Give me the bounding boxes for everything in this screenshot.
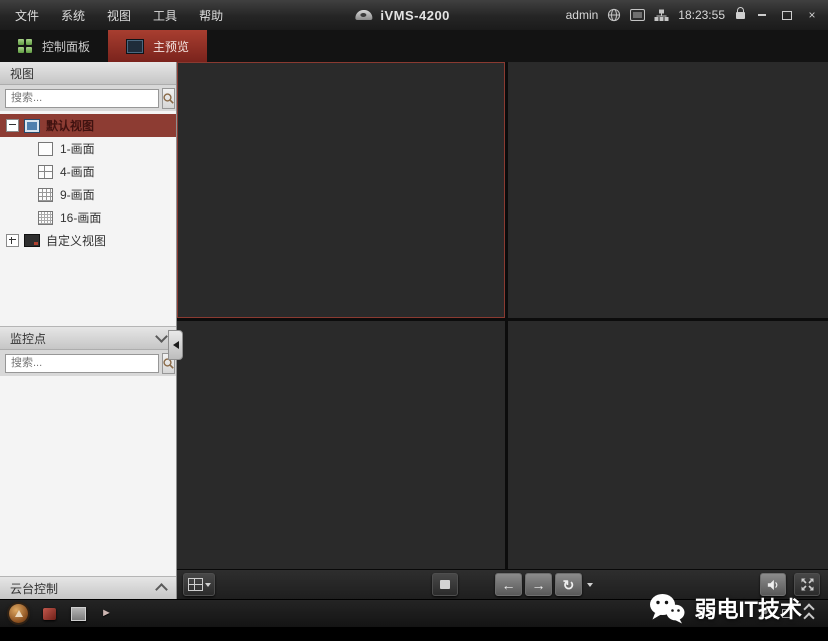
previous-page-button[interactable]: ←	[495, 573, 522, 596]
tree-item-label: 自定义视图	[46, 234, 107, 248]
maximize-button[interactable]	[779, 8, 795, 22]
video-pane-2[interactable]	[508, 62, 828, 318]
next-page-button[interactable]: →	[525, 573, 552, 596]
alarm-event-icon[interactable]	[9, 604, 28, 623]
view-panel-title: 视图	[10, 66, 35, 81]
tree-item-default-view[interactable]: 默认视图	[0, 114, 176, 137]
collapse-expander-icon[interactable]	[6, 119, 19, 132]
chevron-down-icon	[587, 582, 593, 587]
logged-in-user: admin	[565, 8, 599, 22]
picture-icon[interactable]	[71, 606, 86, 621]
sidebar-collapse-handle[interactable]	[168, 330, 183, 360]
search-icon	[163, 92, 174, 104]
menu-help[interactable]: 帮助	[188, 7, 234, 24]
tree-item-layout-4[interactable]: 4-画面	[0, 160, 176, 183]
camera-search-row	[0, 350, 176, 376]
app-title: iVMS-4200	[380, 7, 450, 23]
watermark: 弱电IT技术	[649, 592, 802, 624]
ptz-panel-title: 云台控制	[10, 581, 59, 596]
lock-icon[interactable]	[736, 6, 745, 19]
default-view-icon	[24, 118, 40, 133]
live-view-area: ← → ↻	[177, 62, 828, 600]
sidebar: 视图 默认视图 1-画面 4-画面 9-画面	[0, 62, 177, 600]
tree-item-layout-16[interactable]: 16-画面	[0, 206, 176, 229]
arrow-status-icon[interactable]: ►	[101, 608, 112, 619]
main-preview-icon	[126, 38, 145, 54]
tab-main-preview[interactable]: 主预览	[108, 30, 208, 62]
tree-item-layout-9[interactable]: 9-画面	[0, 183, 176, 206]
layout-1-icon	[38, 141, 53, 156]
refresh-icon: ↻	[562, 576, 575, 593]
menubar: 文件 系统 视图 工具 帮助	[0, 7, 234, 24]
arrow-left-icon: ←	[501, 576, 516, 593]
tab-control-panel-label: 控制面板	[42, 39, 91, 54]
view-search-button[interactable]	[162, 87, 175, 109]
ivms-4200-window: 文件 系统 视图 工具 帮助 iVMS-4200 admin 18:23:55	[0, 0, 828, 641]
globe-icon[interactable]	[607, 8, 621, 22]
tree-item-label: 9-画面	[60, 188, 95, 202]
menu-tools[interactable]: 工具	[142, 7, 188, 24]
auto-switch-button[interactable]: ↻	[555, 573, 582, 596]
custom-view-icon	[24, 234, 40, 247]
clock: 18:23:55	[678, 8, 725, 22]
bottom-border	[0, 627, 828, 641]
minimize-button[interactable]	[754, 8, 770, 22]
tree-item-label: 4-画面	[60, 165, 95, 179]
menu-file[interactable]: 文件	[4, 7, 50, 24]
chevron-down-icon	[204, 582, 211, 587]
camera-search-input[interactable]	[5, 353, 159, 373]
speaker-icon	[767, 579, 778, 590]
camera-list-empty-area	[0, 376, 176, 577]
stop-icon	[440, 580, 450, 589]
alarm-log-icon[interactable]	[43, 607, 56, 620]
layout-16-icon	[38, 210, 53, 225]
menu-view[interactable]: 视图	[96, 7, 142, 24]
titlebar: 文件 系统 视图 工具 帮助 iVMS-4200 admin 18:23:55	[0, 0, 828, 30]
tabbar: 控制面板 主预览	[0, 30, 828, 62]
tree-item-label: 16-画面	[60, 211, 102, 225]
menu-system[interactable]: 系统	[50, 7, 96, 24]
tab-control-panel[interactable]: 控制面板	[0, 30, 108, 62]
watermark-text: 弱电IT技术	[694, 597, 802, 622]
control-panel-icon	[18, 38, 33, 54]
video-pane-4[interactable]	[508, 321, 828, 569]
camera-panel-header[interactable]: 监控点	[0, 327, 176, 350]
layout-9-icon	[38, 187, 53, 202]
tree-item-label: 默认视图	[46, 119, 95, 133]
app-title-group: iVMS-4200	[355, 8, 450, 23]
camera-panel-title: 监控点	[10, 331, 47, 346]
warning-triangle-icon	[14, 610, 23, 617]
stop-all-button[interactable]	[432, 573, 458, 596]
close-button[interactable]: ×	[804, 8, 820, 22]
video-grid	[177, 62, 828, 569]
network-status-icon[interactable]	[654, 9, 669, 22]
tree-item-layout-1[interactable]: 1-画面	[0, 137, 176, 160]
wechat-logo-icon	[650, 593, 685, 623]
video-pane-1[interactable]	[177, 62, 505, 318]
expand-expander-icon[interactable]	[6, 234, 19, 247]
screen-status-icon[interactable]	[630, 9, 646, 21]
view-search-input[interactable]	[5, 88, 159, 108]
screen-division-button[interactable]	[183, 573, 215, 596]
layout-4-icon	[38, 164, 53, 179]
tree-item-custom-view[interactable]: 自定义视图	[0, 229, 176, 252]
video-pane-3[interactable]	[177, 321, 505, 569]
view-tree: 默认视图 1-画面 4-画面 9-画面 16-画面 自定义视图	[0, 111, 176, 327]
auto-switch-dropdown[interactable]	[584, 573, 596, 596]
collapse-chevrons-icon[interactable]	[803, 603, 815, 624]
tab-main-preview-label: 主预览	[153, 39, 190, 54]
fullscreen-icon	[801, 578, 813, 591]
ptz-panel-header[interactable]: 云台控制	[0, 577, 176, 600]
screen-division-icon	[187, 578, 203, 591]
view-panel-header: 视图	[0, 62, 176, 85]
tree-item-label: 1-画面	[60, 142, 95, 156]
camera-icon	[355, 10, 373, 20]
chevron-up-icon	[155, 583, 168, 596]
collapse-left-arrow-icon	[172, 341, 179, 349]
view-search-row	[0, 85, 176, 111]
arrow-right-icon: →	[531, 576, 546, 593]
chevron-down-icon	[155, 330, 168, 343]
